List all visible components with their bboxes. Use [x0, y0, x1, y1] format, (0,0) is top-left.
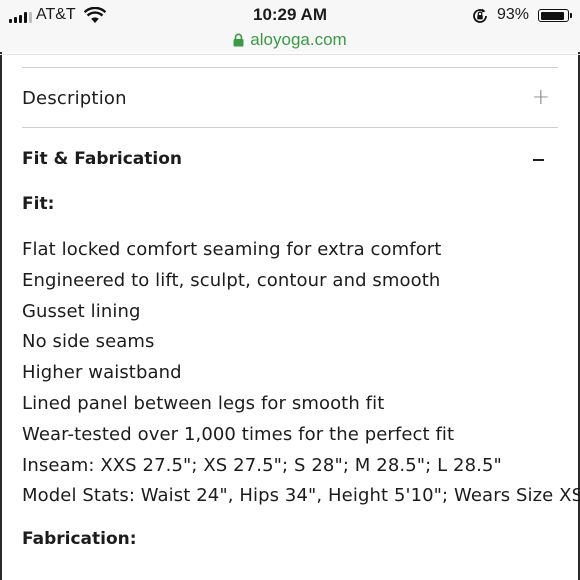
fit-item: No side seams — [22, 331, 155, 353]
fit-item: Gusset lining — [22, 300, 141, 322]
battery-icon — [538, 9, 572, 22]
fit-item: Higher waistband — [22, 362, 182, 384]
fabrication-heading: Fabrication: — [22, 529, 137, 549]
accordion-fit-fabrication[interactable]: Fit & Fabrication — [22, 145, 558, 175]
toolbar-divider — [0, 54, 580, 55]
fit-list: Flat locked comfort seaming for extra co… — [22, 237, 580, 514]
orientation-lock-icon — [471, 7, 489, 29]
battery-nub — [570, 13, 572, 18]
battery-level-fill — [540, 11, 564, 20]
accordion-description-label: Description — [22, 88, 127, 109]
fit-item: Lined panel between legs for smooth fit — [22, 392, 385, 414]
collapse-minus-icon[interactable] — [533, 159, 544, 161]
accordion-description[interactable]: Description + — [22, 84, 558, 114]
browser-address-bar[interactable]: aloyoga.com — [0, 30, 580, 52]
clock-time: 10:29 AM — [252, 5, 327, 24]
lock-icon — [233, 33, 244, 47]
status-bar: AT&T 10:29 AM 93% — [0, 0, 580, 30]
expand-plus-icon[interactable]: + — [532, 87, 550, 109]
divider — [22, 127, 558, 128]
accordion-fit-fabrication-label: Fit & Fabrication — [22, 149, 182, 169]
fit-heading: Fit: — [22, 194, 55, 214]
url-display[interactable]: aloyoga.com — [0, 30, 580, 50]
fit-item: Wear-tested over 1,000 times for the per… — [22, 423, 455, 445]
fit-item: Inseam: XXS 27.5"; XS 27.5"; S 28"; M 28… — [22, 454, 502, 476]
fit-item: Model Stats: Waist 24", Hips 34", Height… — [22, 485, 580, 507]
divider — [22, 67, 558, 68]
fit-item: Engineered to lift, sculpt, contour and … — [22, 269, 441, 291]
battery-percent: 93% — [497, 6, 530, 23]
fit-item: Flat locked comfort seaming for extra co… — [22, 239, 442, 260]
url-text: aloyoga.com — [250, 30, 347, 49]
